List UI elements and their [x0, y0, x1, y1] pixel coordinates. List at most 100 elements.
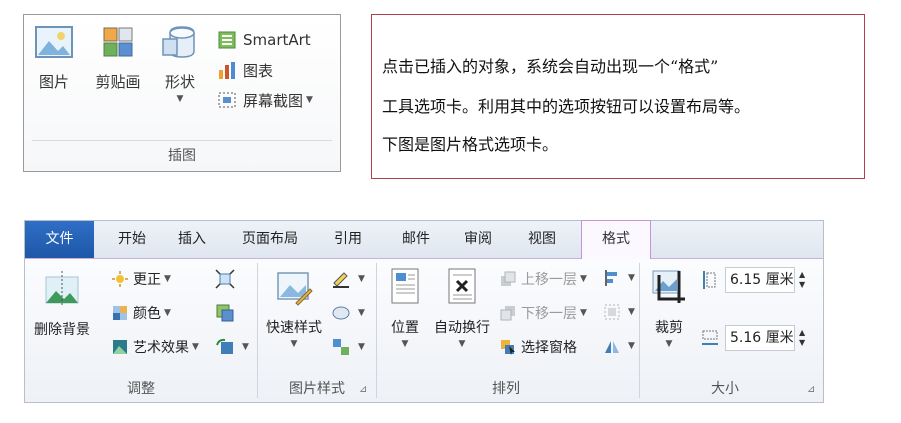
rotate-button[interactable]: ▼	[603, 337, 635, 355]
chevron-down-icon: ▼	[628, 341, 635, 351]
artistic-effects-label: 艺术效果	[133, 340, 189, 356]
chevron-down-icon: ▼	[358, 342, 365, 352]
bring-forward-label: 上移一层	[521, 272, 577, 288]
height-input[interactable]: 6.15 厘米	[725, 267, 795, 293]
change-picture-button[interactable]	[215, 303, 239, 323]
chart-button[interactable]: 图表	[217, 57, 273, 83]
selection-pane-icon	[501, 340, 515, 355]
shapes-label: 形状	[164, 73, 195, 91]
chevron-down-icon: ▼	[290, 339, 298, 349]
adjust-group-label: 调整	[127, 381, 155, 397]
smartart-icon	[218, 31, 236, 49]
change-picture-icon	[216, 304, 234, 322]
color-button[interactable]: 颜色 ▼	[111, 303, 171, 323]
pencil-icon	[333, 272, 349, 288]
size-group-label: 大小	[711, 381, 739, 397]
corrections-button[interactable]: 更正 ▼	[111, 269, 171, 289]
format-ribbon: 文件 开始 插入 页面布局 引用 邮件 审阅 视图 格式 删除背景 更正 ▼ 颜…	[24, 220, 824, 403]
height-spinner[interactable]: ▲ ▼	[799, 270, 805, 290]
corrections-label: 更正	[133, 272, 161, 288]
crop-button[interactable]: 裁剪 ▼	[645, 267, 693, 349]
tab-page-layout[interactable]: 页面布局	[233, 221, 307, 258]
arrange-group-label: 排列	[492, 381, 520, 397]
width-icon	[702, 330, 718, 345]
chevron-down-icon: ▼	[242, 342, 249, 352]
chevron-down-icon: ▼	[628, 273, 635, 283]
chevron-down-icon: ▼	[458, 339, 466, 349]
width-spinner[interactable]: ▲ ▼	[799, 328, 805, 348]
tab-home[interactable]: 开始	[107, 221, 157, 258]
send-backward-button[interactable]: 下移一层 ▼	[499, 303, 587, 323]
wrap-text-icon	[448, 268, 476, 304]
explanation-line-2: 工具选项卡。利用其中的选项按钮可以设置布局等。	[382, 97, 751, 116]
chevron-down-icon: ▼	[665, 339, 673, 349]
height-icon	[703, 271, 716, 289]
wrap-text-label: 自动换行	[434, 320, 490, 336]
crop-label: 裁剪	[655, 320, 683, 336]
align-icon	[605, 270, 617, 286]
group-divider	[32, 140, 332, 141]
bring-forward-button[interactable]: 上移一层 ▼	[499, 269, 587, 289]
chevron-down-icon: ▼	[358, 274, 365, 284]
smartart-button[interactable]: SmartArt	[217, 27, 311, 53]
align-button[interactable]: ▼	[603, 269, 635, 287]
picture-effects-icon	[332, 306, 350, 320]
picture-border-button[interactable]: ▼	[331, 269, 365, 289]
spin-down-icon[interactable]: ▼	[799, 280, 805, 290]
tab-insert[interactable]: 插入	[167, 221, 217, 258]
spin-up-icon[interactable]: ▲	[799, 270, 805, 280]
width-input[interactable]: 5.16 厘米	[725, 325, 795, 351]
compress-pictures-button[interactable]	[215, 269, 239, 289]
picture-layout-button[interactable]: ▼	[331, 337, 365, 357]
chevron-down-icon: ▼	[580, 274, 587, 284]
chart-icon	[219, 62, 235, 79]
selection-pane-label: 选择窗格	[521, 340, 577, 356]
position-icon	[391, 268, 419, 304]
dialog-launcher-icon[interactable]: ⊿	[359, 384, 367, 395]
bring-forward-icon	[501, 271, 516, 286]
picture-effects-button[interactable]: ▼	[331, 303, 365, 323]
color-label: 颜色	[133, 306, 161, 322]
chevron-down-icon: ▼	[164, 308, 171, 318]
screenshot-button[interactable]: 屏幕截图 ▼	[217, 87, 313, 113]
quick-styles-button[interactable]: 快速样式 ▼	[261, 267, 327, 349]
tab-format[interactable]: 格式	[581, 220, 651, 259]
sun-icon	[112, 271, 128, 287]
dialog-launcher-icon[interactable]: ⊿	[807, 384, 815, 395]
picture-icon	[35, 26, 73, 58]
quick-styles-label: 快速样式	[266, 320, 322, 336]
spin-up-icon[interactable]: ▲	[799, 328, 805, 338]
chevron-down-icon: ▼	[580, 308, 587, 318]
picture-label: 图片	[38, 73, 69, 91]
group-icon	[604, 304, 620, 320]
tab-review[interactable]: 审阅	[453, 221, 503, 258]
tab-view[interactable]: 视图	[517, 221, 567, 258]
shapes-button[interactable]: 形状 ▼	[158, 25, 202, 104]
quick-styles-icon	[277, 272, 313, 306]
spin-down-icon[interactable]: ▼	[799, 338, 805, 348]
tab-references[interactable]: 引用	[323, 221, 373, 258]
remove-background-button[interactable]: 删除背景	[29, 269, 95, 339]
wrap-text-button[interactable]: 自动换行 ▼	[431, 267, 493, 349]
width-control: 5.16 厘米 ▲ ▼	[701, 325, 805, 351]
tab-mailings[interactable]: 邮件	[391, 221, 441, 258]
selection-pane-button[interactable]: 选择窗格	[499, 337, 577, 357]
chevron-down-icon: ▼	[628, 307, 635, 317]
chevron-down-icon: ▼	[306, 95, 313, 105]
send-backward-icon	[500, 306, 515, 321]
picture-button[interactable]: 图片	[32, 25, 76, 92]
clipart-button[interactable]: 剪贴画	[92, 25, 144, 92]
group-button[interactable]: ▼	[603, 303, 635, 321]
artistic-effects-icon	[113, 340, 127, 354]
chevron-down-icon: ▼	[358, 308, 365, 318]
reset-picture-button[interactable]: ▼	[215, 337, 249, 357]
ribbon-body: 删除背景 更正 ▼ 颜色 ▼ 艺术效果 ▼ ▼ 调整 快速样式 ▼ ▼ ▼ ▼ …	[25, 259, 823, 402]
explanation-line-3: 下图是图片格式选项卡。	[382, 135, 559, 154]
smartart-label: SmartArt	[243, 31, 311, 49]
artistic-effects-button[interactable]: 艺术效果 ▼	[111, 337, 199, 357]
position-button[interactable]: 位置 ▼	[381, 267, 429, 349]
remove-background-label: 删除背景	[34, 322, 90, 338]
reset-picture-icon	[216, 338, 233, 354]
crop-icon	[652, 270, 685, 303]
tab-file[interactable]: 文件	[25, 221, 94, 258]
